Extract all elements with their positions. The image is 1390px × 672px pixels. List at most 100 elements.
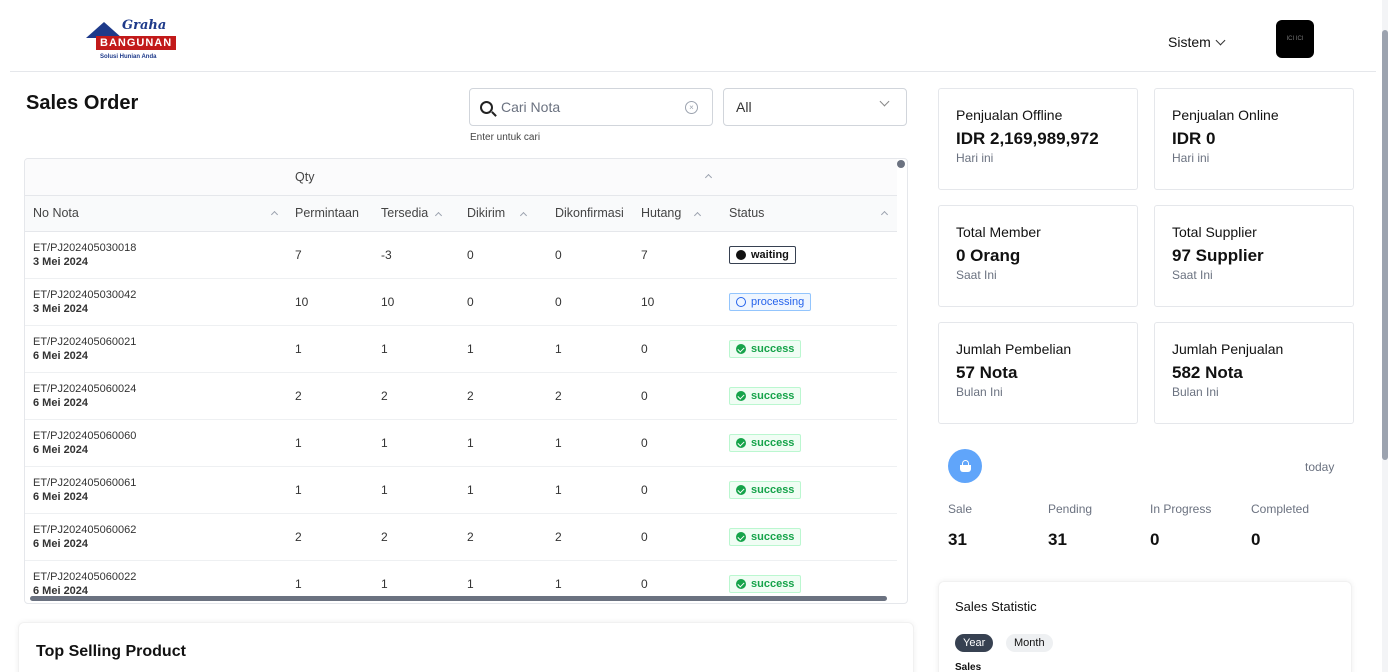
sort-icon[interactable] — [694, 211, 702, 220]
cell-tersedia: 2 — [373, 372, 459, 420]
column-label: No Nota — [33, 206, 79, 220]
cell-hutang: 10 — [633, 278, 721, 326]
cell-status: processing — [721, 278, 897, 326]
cell-hutang: 0 — [633, 513, 721, 561]
table-row[interactable]: ET/PJ202405030042 3 Mei 2024 10 10 0 0 10 proce… — [25, 278, 897, 326]
card-subtitle: Hari ini — [956, 151, 994, 165]
card-subtitle: Saat Ini — [956, 268, 997, 282]
cell-status: success — [721, 513, 897, 561]
nota-number[interactable]: ET/PJ202405060024 — [33, 382, 279, 396]
tab-month[interactable]: Month — [1006, 634, 1053, 652]
nota-date: 3 Mei 2024 — [33, 255, 89, 268]
table-row[interactable]: ET/PJ202405060021 6 Mei 2024 1 1 1 1 0 success — [25, 325, 897, 373]
column-label: Status — [729, 206, 765, 220]
column-header-no-nota[interactable]: No Nota — [25, 195, 287, 232]
cell-dikonfirmasi: 2 — [547, 372, 633, 420]
status-text: success — [751, 577, 795, 590]
cell-no-nota[interactable]: ET/PJ202405060062 6 Mei 2024 — [25, 513, 287, 561]
page-scrollbar[interactable] — [1382, 0, 1388, 672]
table-row[interactable]: ET/PJ202405060060 6 Mei 2024 1 1 1 1 0 success — [25, 419, 897, 467]
column-header-dikirim[interactable]: Dikirim — [459, 195, 547, 232]
card-total-member: Total Member 0 Orang Saat Ini — [938, 205, 1138, 307]
basket-glyph — [959, 459, 971, 472]
cell-no-nota[interactable]: ET/PJ202405030042 3 Mei 2024 — [25, 278, 287, 326]
search-box[interactable]: × — [469, 88, 713, 126]
sort-icon[interactable] — [435, 211, 443, 220]
table-row[interactable]: ET/PJ202405060061 6 Mei 2024 1 1 1 1 0 success — [25, 466, 897, 514]
cell-no-nota[interactable]: ET/PJ202405060024 6 Mei 2024 — [25, 372, 287, 420]
nota-date: 6 Mei 2024 — [33, 396, 89, 409]
sort-icon[interactable] — [270, 210, 279, 218]
sistem-menu[interactable]: Sistem — [1168, 34, 1226, 50]
card-subtitle: Bulan Ini — [1172, 385, 1219, 399]
cell-dikonfirmasi: 1 — [547, 325, 633, 373]
cell-dikirim: 2 — [459, 513, 547, 561]
card-jumlah-pembelian: Jumlah Pembelian 57 Nota Bulan Ini — [938, 322, 1138, 424]
sort-icon[interactable] — [704, 173, 713, 182]
nota-number[interactable]: ET/PJ202405060060 — [33, 429, 279, 443]
nota-number[interactable]: ET/PJ202405030042 — [33, 288, 279, 302]
cell-dikirim: 0 — [459, 231, 547, 279]
cell-tersedia: 1 — [373, 466, 459, 514]
cell-tersedia: 1 — [373, 419, 459, 467]
column-header-dikonfirmasi[interactable]: Dikonfirmasi — [547, 195, 633, 232]
cell-dikirim: 1 — [459, 325, 547, 373]
cell-hutang: 0 — [633, 325, 721, 373]
card-value: IDR 2,169,989,972 — [956, 129, 1099, 148]
column-label: Tersedia — [381, 206, 429, 220]
card-jumlah-penjualan: Jumlah Penjualan 582 Nota Bulan Ini — [1154, 322, 1354, 424]
tab-year[interactable]: Year — [955, 634, 994, 652]
cell-status: success — [721, 419, 897, 467]
status-badge: success — [729, 386, 802, 405]
sistem-menu-label: Sistem — [1168, 34, 1211, 50]
card-subtitle: Hari ini — [1172, 151, 1210, 165]
card-penjualan-offline: Penjualan Offline IDR 2,169,989,972 Hari i… — [938, 88, 1138, 190]
cell-dikonfirmasi: 1 — [547, 466, 633, 514]
sort-icon[interactable] — [520, 211, 528, 220]
nota-number[interactable]: ET/PJ202405060021 — [33, 335, 279, 349]
card-label: Total Supplier — [1172, 224, 1257, 240]
cell-tersedia: 2 — [373, 513, 459, 561]
table-scrollbar-vertical[interactable] — [897, 160, 905, 168]
card-value: 582 Nota — [1172, 363, 1243, 382]
sort-icon[interactable] — [880, 210, 889, 218]
clear-icon[interactable]: × — [685, 101, 698, 114]
company-logo[interactable]: Graha BANGUNAN Solusi Hunian Anda — [82, 16, 192, 64]
table-scrollbar-horizontal[interactable] — [30, 596, 887, 601]
search-input[interactable] — [501, 99, 671, 115]
cell-tersedia: 10 — [373, 278, 459, 326]
column-header-permintaan[interactable]: Permintaan — [287, 195, 373, 232]
cell-status: success — [721, 466, 897, 514]
cell-no-nota[interactable]: ET/PJ202405060060 6 Mei 2024 — [25, 419, 287, 467]
cell-no-nota[interactable]: ET/PJ202405030018 3 Mei 2024 — [25, 231, 287, 279]
column-header-hutang[interactable]: Hutang — [633, 195, 721, 232]
status-badge: processing — [729, 292, 812, 311]
cell-hutang: 0 — [633, 466, 721, 514]
nota-number[interactable]: ET/PJ202405060062 — [33, 523, 279, 537]
stat-value: 0 — [1150, 530, 1160, 549]
column-header-tersedia[interactable]: Tersedia — [373, 195, 459, 232]
series-label: Sales — [955, 662, 982, 672]
column-header-status[interactable]: Status — [721, 195, 897, 232]
card-label: Total Member — [956, 224, 1041, 240]
page-scrollbar-thumb[interactable] — [1382, 30, 1388, 460]
check-circle-icon — [736, 484, 746, 495]
nota-number[interactable]: ET/PJ202405030018 — [33, 241, 279, 255]
stat-value: 31 — [1048, 530, 1067, 549]
status-filter-select[interactable]: All — [723, 88, 907, 126]
status-text: success — [751, 342, 795, 355]
avatar[interactable]: ICI ICI — [1276, 20, 1314, 58]
table-row[interactable]: ET/PJ202405060062 6 Mei 2024 2 2 2 2 0 success — [25, 513, 897, 561]
nota-number[interactable]: ET/PJ202405060061 — [33, 476, 279, 490]
card-value: 97 Supplier — [1172, 246, 1264, 265]
table-row[interactable]: ET/PJ202405030018 3 Mei 2024 7 -3 0 0 7 waiting — [25, 231, 897, 279]
cell-no-nota[interactable]: ET/PJ202405060021 6 Mei 2024 — [25, 325, 287, 373]
cell-no-nota[interactable]: ET/PJ202405060061 6 Mei 2024 — [25, 466, 287, 514]
card-label: Jumlah Pembelian — [956, 341, 1072, 357]
table-row[interactable]: ET/PJ202405060024 6 Mei 2024 2 2 2 2 0 success — [25, 372, 897, 420]
nota-number[interactable]: ET/PJ202405060022 — [33, 570, 279, 584]
status-badge: success — [729, 527, 802, 546]
card-penjualan-online: Penjualan Online IDR 0 Hari ini — [1154, 88, 1354, 190]
cell-dikirim: 1 — [459, 419, 547, 467]
stat-value: 31 — [948, 530, 967, 549]
